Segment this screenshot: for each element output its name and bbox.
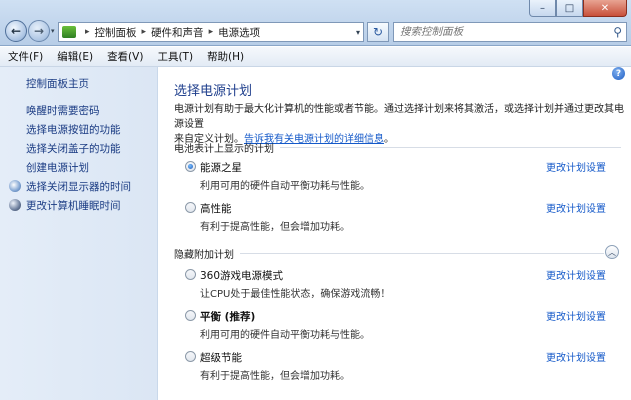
recent-pages-dropdown[interactable]: ▾	[51, 27, 55, 35]
sleep-icon	[9, 199, 21, 211]
change-plan-settings-link[interactable]: 更改计划设置	[546, 200, 606, 215]
help-icon[interactable]: ?	[612, 67, 625, 80]
group-header-battery-meter: 电池表计上显示的计划	[174, 140, 621, 155]
forward-button[interactable]: →	[28, 20, 50, 42]
group-header-hidden-plans: 隐藏附加计划	[174, 246, 604, 261]
menu-edit[interactable]: 编辑(E)	[57, 49, 93, 64]
change-plan-settings-link[interactable]: 更改计划设置	[546, 308, 606, 323]
breadcrumb-control-panel[interactable]: 控制面板	[95, 25, 137, 40]
plan-name: 360游戏电源模式	[200, 270, 284, 282]
search-input[interactable]	[400, 26, 590, 38]
sidebar-control-panel-home[interactable]: 控制面板主页	[26, 76, 89, 91]
sidebar: 控制面板主页 唤醒时需要密码 选择电源按钮的功能 选择关闭盖子的功能 创建电源计…	[0, 67, 158, 400]
minimize-button[interactable]: –	[529, 0, 556, 17]
refresh-button[interactable]: ↻	[367, 22, 389, 42]
plan-radio-selected[interactable]	[185, 161, 196, 172]
plan-radio[interactable]	[185, 310, 196, 321]
sidebar-item-create-plan[interactable]: 创建电源计划	[26, 160, 89, 175]
sidebar-item-sleep-time[interactable]: 更改计算机睡眠时间	[26, 198, 121, 213]
plan-name: 能源之星	[200, 162, 242, 174]
plan-name: 超级节能	[200, 352, 242, 364]
search-icon[interactable]: ⚲	[613, 25, 622, 39]
sidebar-item-wake-password[interactable]: 唤醒时需要密码	[26, 103, 100, 118]
back-arrow-icon: ←	[10, 24, 22, 38]
change-plan-settings-link[interactable]: 更改计划设置	[546, 159, 606, 174]
forward-arrow-icon: →	[33, 24, 45, 38]
menu-tools[interactable]: 工具(T)	[157, 49, 193, 64]
description-line1: 电源计划有助于最大化计算机的性能或者节能。通过选择计划来将其激活，或选择计划并通…	[174, 104, 624, 130]
plan-name: 平衡 (推荐)	[200, 311, 256, 323]
sidebar-item-lid-close[interactable]: 选择关闭盖子的功能	[26, 141, 121, 156]
menu-file[interactable]: 文件(F)	[8, 49, 43, 64]
plan-description: 利用可用的硬件自动平衡功耗与性能。	[200, 181, 370, 192]
plan-radio[interactable]	[185, 202, 196, 213]
group-title: 电池表计上显示的计划	[174, 144, 274, 155]
sidebar-item-display-off[interactable]: 选择关闭显示器的时间	[26, 179, 131, 194]
menu-bar: 文件(F) 编辑(E) 查看(V) 工具(T) 帮助(H)	[0, 47, 631, 67]
maximize-button[interactable]: □	[556, 0, 583, 17]
plan-name: 高性能	[200, 203, 232, 215]
search-box[interactable]: ⚲	[393, 22, 627, 42]
divider	[280, 147, 621, 148]
plan-description: 有利于提高性能，但会增加功耗。	[200, 222, 350, 233]
breadcrumb-separator[interactable]: ▸	[85, 27, 90, 37]
breadcrumb-separator[interactable]: ▸	[142, 27, 147, 37]
change-plan-settings-link[interactable]: 更改计划设置	[546, 349, 606, 364]
collapse-chevron-icon[interactable]: ︿	[605, 245, 619, 259]
plan-description: 利用可用的硬件自动平衡功耗与性能。	[200, 330, 370, 341]
refresh-icon: ↻	[372, 25, 384, 39]
group-title: 隐藏附加计划	[174, 250, 234, 261]
menu-view[interactable]: 查看(V)	[107, 49, 143, 64]
address-bar[interactable]: ▸ 控制面板 ▸ 硬件和声音 ▸ 电源选项 ▾	[58, 22, 364, 42]
menu-help[interactable]: 帮助(H)	[207, 49, 244, 64]
plan-description: 有利于提高性能，但会增加功耗。	[200, 371, 350, 382]
change-plan-settings-link[interactable]: 更改计划设置	[546, 267, 606, 282]
breadcrumb-power-options[interactable]: 电源选项	[218, 25, 260, 40]
main-content: ? 选择电源计划 电源计划有助于最大化计算机的性能或者节能。通过选择计划来将其激…	[159, 67, 631, 400]
breadcrumb-hardware-sound[interactable]: 硬件和声音	[151, 25, 204, 40]
control-panel-icon	[62, 26, 76, 38]
divider	[240, 253, 604, 254]
plan-description: 让CPU处于最佳性能状态，确保游戏流畅！	[200, 289, 391, 300]
window-controls: – □ ✕	[529, 0, 627, 17]
page-title: 选择电源计划	[174, 84, 253, 99]
back-button[interactable]: ←	[5, 20, 27, 42]
breadcrumb-separator[interactable]: ▸	[209, 27, 214, 37]
display-icon	[9, 180, 21, 192]
address-dropdown-icon[interactable]: ▾	[356, 28, 360, 37]
close-button[interactable]: ✕	[583, 0, 627, 17]
plan-radio[interactable]	[185, 351, 196, 362]
title-bar: – □ ✕ ← → ▾ ▸ 控制面板 ▸ 硬件和声音 ▸ 电源选项 ▾ ↻ ⚲	[0, 0, 631, 46]
plan-radio[interactable]	[185, 269, 196, 280]
sidebar-item-power-button[interactable]: 选择电源按钮的功能	[26, 122, 121, 137]
